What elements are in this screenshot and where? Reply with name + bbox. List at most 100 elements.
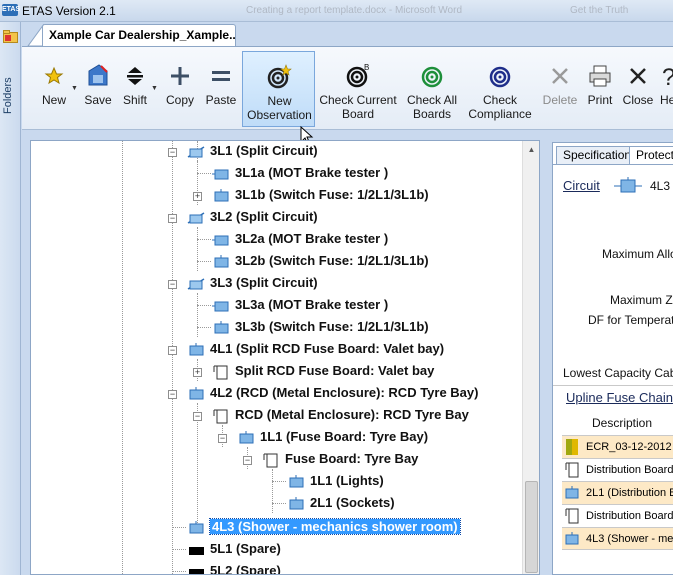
new-button[interactable]: New bbox=[36, 51, 72, 127]
paste-button[interactable]: Paste bbox=[202, 51, 240, 127]
tree-guide bbox=[122, 141, 123, 574]
details-pane: Specification Protective Circuit 4L3 ( M… bbox=[552, 142, 673, 575]
new-observation-button[interactable]: New Observation bbox=[242, 51, 315, 127]
scroll-up-arrow-icon[interactable]: ▲ bbox=[523, 141, 540, 158]
tree-row[interactable]: 3L3a (MOT Brake tester ) bbox=[212, 296, 388, 316]
check-all-boards-button[interactable]: Check All Boards bbox=[402, 51, 462, 127]
upline-row[interactable]: Distribution Board bbox=[562, 458, 673, 481]
save-button[interactable]: Save bbox=[82, 51, 114, 127]
tab-protective[interactable]: Protective bbox=[629, 146, 673, 164]
tree-row[interactable]: 4L1 (Split RCD Fuse Board: Valet bay) bbox=[187, 340, 444, 360]
tree-row[interactable]: 3L1 (Split Circuit) bbox=[187, 142, 318, 162]
delete-button[interactable]: Delete bbox=[540, 51, 580, 127]
upline-row[interactable]: Distribution Board bbox=[562, 504, 673, 527]
tree-row[interactable]: 3L2b (Switch Fuse: 1/2L1/3L1b) bbox=[212, 252, 429, 272]
tree-row[interactable]: 1L1 (Fuse Board: Tyre Bay) bbox=[237, 428, 428, 448]
tree-row[interactable]: 2L1 (Sockets) bbox=[287, 494, 395, 514]
max-zs-label: Maximum Zs bbox=[610, 293, 673, 307]
check-current-spiral-icon: B bbox=[346, 63, 369, 88]
section-divider bbox=[553, 385, 673, 386]
circuit-icon bbox=[189, 386, 204, 400]
tree-branch bbox=[172, 527, 186, 528]
tree-row[interactable]: 1L1 (Lights) bbox=[287, 472, 384, 492]
plus-icon bbox=[171, 67, 189, 85]
circuit-icon bbox=[239, 430, 254, 444]
check-current-board-button[interactable]: B Check Current Board bbox=[318, 51, 398, 127]
board-badge: B bbox=[364, 63, 369, 72]
collapse-toggle[interactable]: − bbox=[243, 456, 252, 465]
split-circuit-icon bbox=[187, 211, 205, 224]
expand-toggle[interactable]: + bbox=[193, 192, 202, 201]
upline-row[interactable]: 2L1 (Distribution B bbox=[562, 481, 673, 504]
circuit-icon bbox=[562, 528, 582, 549]
tree-branch bbox=[197, 173, 211, 174]
document-tab[interactable]: Xample Car Dealership_Xample... bbox=[42, 24, 236, 46]
tree-branch bbox=[272, 481, 286, 482]
help-question-icon: ? bbox=[662, 64, 673, 89]
split-circuit-icon bbox=[187, 277, 205, 290]
tab-specification[interactable]: Specification bbox=[556, 146, 639, 164]
collapse-toggle[interactable]: − bbox=[168, 148, 177, 157]
help-button[interactable]: ? He bbox=[660, 51, 673, 127]
tree-row[interactable]: 3L3 (Split Circuit) bbox=[187, 274, 318, 294]
check-all-spiral-icon bbox=[421, 66, 443, 88]
new-dropdown-arrow[interactable]: ▼ bbox=[71, 85, 78, 92]
description-column-header: Description bbox=[592, 416, 653, 430]
board-icon bbox=[263, 453, 278, 468]
tree-row[interactable]: 3L1a (MOT Brake tester ) bbox=[212, 164, 388, 184]
folders-panel[interactable]: Folders bbox=[0, 22, 21, 575]
df-temperature-label: DF for Temperatur bbox=[588, 313, 673, 327]
upline-fuse-chain-link[interactable]: Upline Fuse Chain bbox=[566, 390, 673, 405]
shift-dropdown-arrow[interactable]: ▼ bbox=[151, 85, 158, 92]
tree-row[interactable]: 3L2a (MOT Brake tester ) bbox=[212, 230, 388, 250]
printer-icon bbox=[589, 65, 611, 87]
circuit-icon bbox=[189, 520, 204, 534]
tree-branch bbox=[197, 327, 211, 328]
tree-row-selected[interactable]: 4L3 (Shower - mechanics shower room) bbox=[187, 518, 461, 538]
circuit-value: 4L3 ( bbox=[650, 179, 673, 193]
print-button[interactable]: Print bbox=[582, 51, 618, 127]
circuit-link[interactable]: Circuit bbox=[563, 178, 600, 193]
window-title: ETAS Version 2.1 bbox=[22, 4, 116, 18]
tree-guide bbox=[172, 141, 173, 574]
check-compliance-spiral-icon bbox=[489, 66, 511, 88]
tree-row[interactable]: 3L3b (Switch Fuse: 1/2L1/3L1b) bbox=[212, 318, 429, 338]
tree-row[interactable]: RCD (Metal Enclosure): RCD Tyre Bay bbox=[212, 406, 469, 426]
collapse-toggle[interactable]: − bbox=[168, 390, 177, 399]
collapse-toggle[interactable]: − bbox=[218, 434, 227, 443]
delete-x-icon bbox=[552, 68, 568, 84]
folders-label: Folders bbox=[2, 77, 14, 114]
folders-icon[interactable] bbox=[3, 30, 18, 43]
circuit-icon bbox=[212, 169, 229, 180]
collapse-toggle[interactable]: − bbox=[168, 280, 177, 289]
tree-row[interactable]: 3L1b (Switch Fuse: 1/2L1/3L1b) bbox=[212, 186, 429, 206]
tree-row[interactable]: Fuse Board: Tyre Bay bbox=[262, 450, 418, 470]
tree-branch bbox=[172, 549, 186, 550]
tree-row[interactable]: 5L2 (Spare) bbox=[187, 562, 281, 574]
scroll-thumb[interactable] bbox=[525, 481, 538, 573]
ribbon-toolbar: New ▼ Save Shift ▼ Copy Paste New Observ… bbox=[22, 46, 673, 130]
collapse-toggle[interactable]: − bbox=[168, 214, 177, 223]
close-button[interactable]: Close bbox=[620, 51, 656, 127]
check-compliance-button[interactable]: Check Compliance bbox=[466, 51, 534, 127]
tree-scrollbar[interactable]: ▲ bbox=[522, 141, 539, 574]
lowest-capacity-cable-label: Lowest Capacity Cable bbox=[563, 366, 673, 380]
collapse-toggle[interactable]: − bbox=[168, 346, 177, 355]
board-icon bbox=[562, 459, 582, 481]
circuit-tree[interactable]: − 3L1 (Split Circuit) 3L1a (MOT Brake te… bbox=[30, 140, 540, 575]
expand-toggle[interactable]: + bbox=[193, 368, 202, 377]
circuit-icon bbox=[214, 254, 229, 268]
tree-row[interactable]: 3L2 (Split Circuit) bbox=[187, 208, 318, 228]
tree-row[interactable]: 5L1 (Spare) bbox=[187, 540, 281, 560]
tree-row[interactable]: Split RCD Fuse Board: Valet bay bbox=[212, 362, 434, 382]
split-circuit-icon bbox=[187, 145, 205, 158]
spare-circuit-icon bbox=[189, 568, 204, 574]
tree-row[interactable]: 4L2 (RCD (Metal Enclosure): RCD Tyre Bay… bbox=[187, 384, 478, 404]
circuit-icon bbox=[214, 188, 229, 202]
copy-button[interactable]: Copy bbox=[162, 51, 198, 127]
tree-guide bbox=[197, 293, 198, 337]
upline-row[interactable]: ECR_03-12-2012 bbox=[562, 435, 673, 458]
collapse-toggle[interactable]: − bbox=[193, 412, 202, 421]
shift-button[interactable]: Shift bbox=[118, 51, 152, 127]
upline-row[interactable]: 4L3 (Shower - me bbox=[562, 527, 673, 550]
